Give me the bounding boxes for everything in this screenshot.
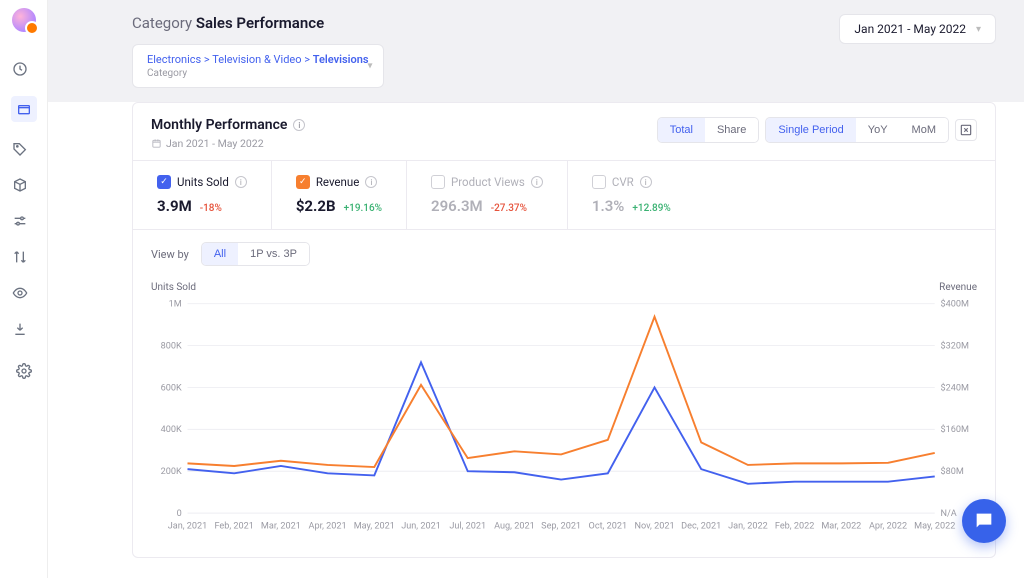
svg-text:May, 2022: May, 2022 <box>914 521 955 531</box>
tab-total[interactable]: Total <box>658 118 705 142</box>
breadcrumb-sub: Category <box>147 68 369 79</box>
svg-text:Jan, 2021: Jan, 2021 <box>168 521 208 531</box>
svg-text:May, 2021: May, 2021 <box>354 521 395 531</box>
info-icon[interactable]: i <box>365 176 377 188</box>
calendar-icon <box>151 138 162 149</box>
metrics-row: ✓ Units Sold i 3.9M -18% ✓ Revenue <box>133 160 995 230</box>
svg-text:600K: 600K <box>161 383 182 393</box>
period-toggle: Single Period YoY MoM <box>765 117 949 143</box>
svg-text:Jun, 2021: Jun, 2021 <box>401 521 441 531</box>
view-by-toggle: All 1P vs. 3P <box>201 242 310 266</box>
tab-single-period[interactable]: Single Period <box>766 118 855 142</box>
svg-text:Apr, 2022: Apr, 2022 <box>869 521 907 531</box>
svg-text:Sep, 2021: Sep, 2021 <box>541 521 581 531</box>
breadcrumb-path: Electronics > Television & Video > Telev… <box>147 53 369 66</box>
svg-text:$160M: $160M <box>941 424 969 435</box>
breadcrumb-card[interactable]: Electronics > Television & Video > Telev… <box>132 44 384 88</box>
info-icon[interactable]: i <box>531 176 543 188</box>
viewby-all[interactable]: All <box>202 243 238 265</box>
clock-icon[interactable] <box>11 60 29 78</box>
svg-text:0: 0 <box>177 509 182 519</box>
svg-text:$240M: $240M <box>941 382 969 393</box>
page-header: Category Sales Performance Jan 2021 - Ma… <box>48 0 1024 102</box>
svg-text:$320M: $320M <box>941 340 969 351</box>
viewby-1p3p[interactable]: 1P vs. 3P <box>238 243 309 265</box>
svg-text:Nov, 2021: Nov, 2021 <box>634 521 674 531</box>
left-axis-title: Units Sold <box>151 282 196 293</box>
info-icon[interactable]: i <box>293 119 305 131</box>
tab-mom[interactable]: MoM <box>900 118 948 142</box>
view-by-row: View by All 1P vs. 3P <box>133 230 995 278</box>
chart-container: Units Sold Revenue 0 200K 400K 600K 800K 1M N/… <box>133 278 995 557</box>
compare-icon[interactable] <box>11 248 29 266</box>
chat-bubble-button[interactable] <box>962 499 1006 543</box>
chevron-down-icon: ▾ <box>976 24 981 35</box>
content: Monthly Performance i Jan 2021 - May 202… <box>48 102 1024 578</box>
svg-text:$400M: $400M <box>941 299 969 310</box>
cube-icon[interactable] <box>11 176 29 194</box>
info-icon[interactable]: i <box>640 176 652 188</box>
metric-units-sold[interactable]: ✓ Units Sold i 3.9M -18% <box>133 161 272 229</box>
download-icon[interactable] <box>11 320 29 338</box>
svg-text:$80M: $80M <box>941 466 964 477</box>
svg-text:Apr, 2021: Apr, 2021 <box>309 521 347 531</box>
line-chart: 0 200K 400K 600K 800K 1M N/A $80M $160M $240M $320… <box>151 293 977 543</box>
svg-text:400K: 400K <box>161 425 182 435</box>
settings-icon[interactable] <box>15 362 33 380</box>
view-by-label: View by <box>151 248 189 261</box>
checkbox-icon: ✓ <box>296 175 310 189</box>
total-share-toggle: Total Share <box>657 117 760 143</box>
panel-subdate: Jan 2021 - May 2022 <box>151 137 305 150</box>
tag-icon[interactable] <box>11 140 29 158</box>
box-icon[interactable] <box>11 96 37 122</box>
main: Category Sales Performance Jan 2021 - Ma… <box>48 0 1024 578</box>
sidebar <box>0 0 48 578</box>
tab-yoy[interactable]: YoY <box>856 118 900 142</box>
svg-text:Mar, 2022: Mar, 2022 <box>821 521 861 531</box>
chevron-down-icon: ▾ <box>367 61 372 72</box>
date-range-picker[interactable]: Jan 2021 - May 2022 ▾ <box>839 14 996 44</box>
checkbox-icon <box>431 175 445 189</box>
checkbox-icon <box>592 175 606 189</box>
svg-text:800K: 800K <box>161 341 182 351</box>
svg-text:1M: 1M <box>169 300 182 310</box>
sidebar-nav <box>11 60 37 338</box>
svg-text:Feb, 2022: Feb, 2022 <box>775 521 814 531</box>
panel-title: Monthly Performance i <box>151 117 305 133</box>
svg-text:Mar, 2021: Mar, 2021 <box>261 521 301 531</box>
info-icon[interactable]: i <box>235 176 247 188</box>
export-excel-button[interactable] <box>955 119 977 141</box>
svg-text:Feb, 2021: Feb, 2021 <box>214 521 253 531</box>
sliders-icon[interactable] <box>11 212 29 230</box>
right-axis-title: Revenue <box>939 282 977 293</box>
svg-text:Aug, 2021: Aug, 2021 <box>494 521 535 531</box>
monthly-performance-panel: Monthly Performance i Jan 2021 - May 202… <box>132 102 996 558</box>
svg-text:200K: 200K <box>161 467 182 477</box>
svg-text:Oct, 2021: Oct, 2021 <box>589 521 628 531</box>
svg-text:Jan, 2022: Jan, 2022 <box>728 521 768 531</box>
svg-text:N/A: N/A <box>941 509 957 519</box>
brand-logo <box>12 8 36 32</box>
svg-text:Jul, 2021: Jul, 2021 <box>449 521 486 531</box>
metric-revenue[interactable]: ✓ Revenue i $2.2B +19.16% <box>272 161 407 229</box>
checkbox-icon: ✓ <box>157 175 171 189</box>
eye-icon[interactable] <box>11 284 29 302</box>
tab-share[interactable]: Share <box>705 118 758 142</box>
svg-text:Dec, 2021: Dec, 2021 <box>681 521 721 531</box>
metric-product-views[interactable]: Product Views i 296.3M -27.37% <box>407 161 568 229</box>
metric-cvr[interactable]: CVR i 1.3% +12.89% <box>568 161 698 229</box>
